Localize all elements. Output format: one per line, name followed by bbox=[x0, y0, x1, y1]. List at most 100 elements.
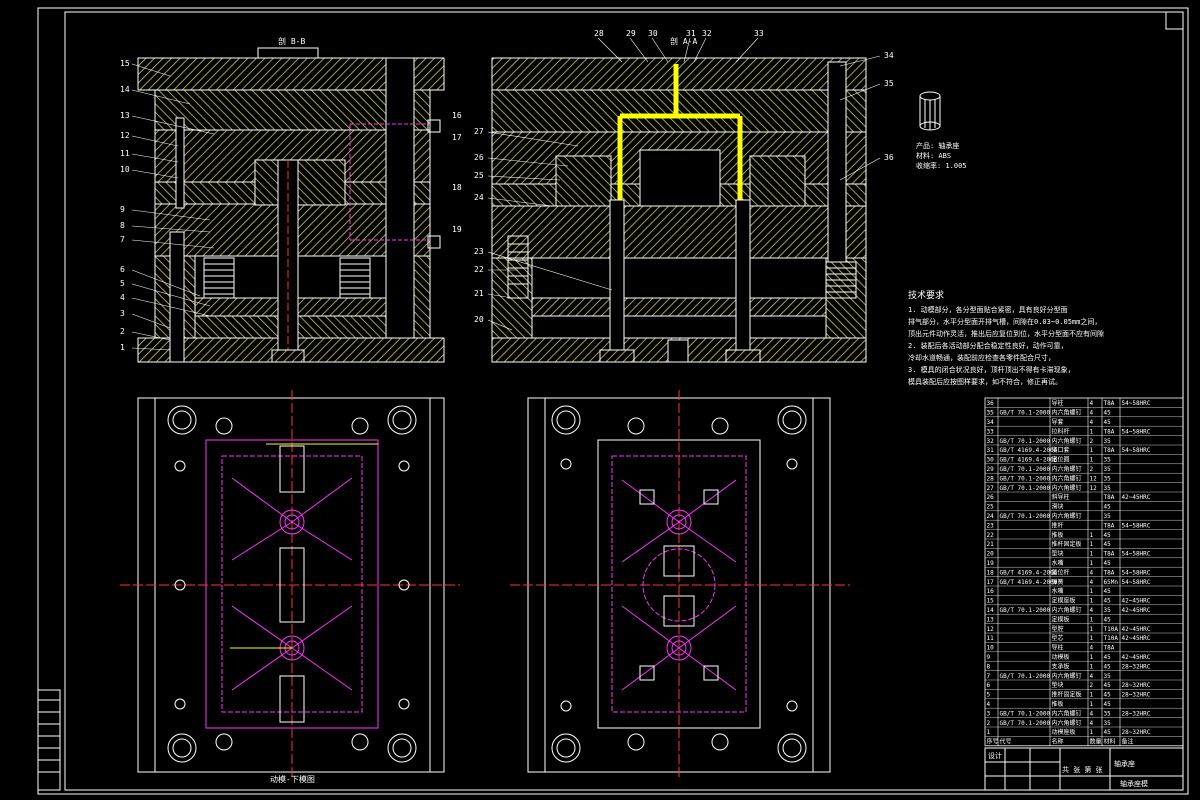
svg-text:36: 36 bbox=[884, 153, 894, 162]
product-shrink: 收缩率: 1.005 bbox=[916, 161, 967, 170]
bom-cell-mat: 45 bbox=[1104, 682, 1112, 689]
title-designer: 设计 bbox=[988, 751, 1002, 760]
svg-text:21: 21 bbox=[474, 289, 484, 298]
bom-cell-mat: 45 bbox=[1104, 692, 1112, 699]
bom-header-cell: 材料 bbox=[1104, 738, 1116, 746]
svg-text:34: 34 bbox=[884, 51, 894, 60]
bom-cell-note: 28~32HRC bbox=[1122, 682, 1151, 689]
bom-cell-no: 28 bbox=[987, 475, 995, 482]
bom-cell-qty: 4 bbox=[1090, 419, 1094, 426]
bom-cell-no: 18 bbox=[987, 569, 995, 576]
bom-cell-name: 内六角螺钉 bbox=[1052, 606, 1082, 614]
bom-cell-name: 滑块 bbox=[1052, 503, 1064, 511]
bom-cell-qty: 12 bbox=[1090, 485, 1098, 492]
bom-cell-qty: 1 bbox=[1090, 635, 1094, 642]
cad-drawing: 剖 B-B 15 14 13 12 11 10 9 8 7 6 5 4 3 2 … bbox=[37, 7, 1189, 795]
svg-text:23: 23 bbox=[474, 247, 484, 256]
bom-cell-no: 13 bbox=[987, 616, 995, 623]
bom-cell-no: 20 bbox=[987, 551, 995, 558]
bom-cell-no: 12 bbox=[987, 626, 995, 633]
bom-cell-std: GB/T 70.1-2000 bbox=[1000, 607, 1051, 614]
bom-cell-qty: 1 bbox=[1090, 457, 1094, 464]
bom-cell-name: 垫块 bbox=[1052, 550, 1064, 558]
bom-cell-no: 8 bbox=[987, 663, 991, 670]
bom-cell-mat: 45 bbox=[1104, 654, 1112, 661]
bom-cell-std: GB/T 70.1-2000 bbox=[1000, 438, 1051, 445]
svg-text:33: 33 bbox=[754, 29, 764, 38]
bom-header-cell: 序号 bbox=[987, 738, 999, 746]
bom-cell-no: 26 bbox=[987, 494, 995, 501]
bom-cell-mat: 35 bbox=[1104, 673, 1112, 680]
svg-text:13: 13 bbox=[120, 111, 130, 120]
bom-cell-qty: 4 bbox=[1090, 720, 1094, 727]
bom-cell-no: 5 bbox=[987, 692, 991, 699]
bom-cell-mat: 35 bbox=[1104, 720, 1112, 727]
tech-title: 技术要求 bbox=[908, 289, 944, 301]
svg-text:25: 25 bbox=[474, 171, 484, 180]
bom-cell-qty: 1 bbox=[1090, 692, 1094, 699]
bom-cell-note: 54~58HRC bbox=[1122, 522, 1151, 529]
svg-text:冷却水道畅通，装配前应检查各零件配合尺寸，: 冷却水道畅通，装配前应检查各零件配合尺寸， bbox=[908, 353, 1055, 362]
bom-cell-mat: 35 bbox=[1104, 475, 1112, 482]
bom-cell-no: 19 bbox=[987, 560, 995, 567]
bom-cell-qty: 4 bbox=[1090, 673, 1094, 680]
svg-text:1. 动模部分，各分型面贴合紧密，具有良好分型面: 1. 动模部分，各分型面贴合紧密，具有良好分型面 bbox=[908, 305, 1068, 314]
bom-cell-qty: 1 bbox=[1090, 616, 1094, 623]
bom-cell-mat: 45 bbox=[1104, 532, 1112, 539]
bom-cell-no: 24 bbox=[987, 513, 995, 520]
svg-text:9: 9 bbox=[120, 205, 125, 214]
bom-cell-mat: 35 bbox=[1104, 485, 1112, 492]
bom-cell-note: 28~32HRC bbox=[1122, 729, 1151, 736]
bom-cell-mat: T10A bbox=[1104, 635, 1119, 642]
bom-cell-name: 支承板 bbox=[1052, 662, 1070, 670]
bom-cell-qty: 1 bbox=[1090, 626, 1094, 633]
bom-cell-name: 垫块 bbox=[1052, 681, 1064, 689]
bom-cell-no: 34 bbox=[987, 419, 995, 426]
svg-text:6: 6 bbox=[120, 265, 125, 274]
bom-cell-name: 弹簧 bbox=[1052, 578, 1064, 586]
bom-cell-std: GB/T 70.1-2000 bbox=[1000, 475, 1051, 482]
bom-cell-mat: T8A bbox=[1104, 569, 1115, 576]
bom-cell-name: 斜导柱 bbox=[1052, 493, 1070, 501]
bom-cell-name: 推板 bbox=[1052, 700, 1064, 708]
svg-text:17: 17 bbox=[452, 133, 462, 142]
bom-cell-mat: 65Mn bbox=[1104, 579, 1119, 586]
bom-cell-no: 29 bbox=[987, 466, 995, 473]
bom-cell-name: 动模板 bbox=[1052, 653, 1070, 661]
bom-cell-note: 54~58HRC bbox=[1122, 447, 1151, 454]
bom-cell-name: 推杆固定板 bbox=[1052, 540, 1082, 548]
bom-cell-mat: 45 bbox=[1104, 504, 1112, 511]
bom-cell-name: 内六角螺钉 bbox=[1052, 719, 1082, 727]
bom-cell-no: 32 bbox=[987, 438, 995, 445]
bom-cell-name: 内六角螺钉 bbox=[1052, 484, 1082, 492]
svg-text:3. 模具的闭合状况良好，顶杆顶出不得有卡滞现象，: 3. 模具的闭合状况良好，顶杆顶出不得有卡滞现象， bbox=[908, 365, 1075, 374]
svg-text:20: 20 bbox=[474, 315, 484, 324]
svg-text:排气部分，水平分型面开排气槽，间隙在0.03~0.05mm之: 排气部分，水平分型面开排气槽，间隙在0.03~0.05mm之间， bbox=[908, 317, 1101, 326]
svg-text:2. 装配后各活动部分配合稳定性良好，动作可靠，: 2. 装配后各活动部分配合稳定性良好，动作可靠， bbox=[908, 341, 1068, 350]
bom-cell-name: 推杆 bbox=[1052, 521, 1064, 529]
bom-cell-no: 7 bbox=[987, 673, 991, 680]
svg-text:7: 7 bbox=[120, 235, 125, 244]
bom-cell-no: 33 bbox=[987, 428, 995, 435]
bom-cell-no: 2 bbox=[987, 720, 991, 727]
bom-header-cell: 名称 bbox=[1052, 738, 1064, 746]
product-name: 产品: 轴承座 bbox=[916, 141, 959, 150]
bom-cell-name: 推杆固定板 bbox=[1052, 691, 1082, 699]
svg-text:10: 10 bbox=[120, 165, 130, 174]
bom-cell-mat: 35 bbox=[1104, 710, 1112, 717]
svg-text:26: 26 bbox=[474, 153, 484, 162]
bom-cell-qty: 1 bbox=[1090, 729, 1094, 736]
svg-text:30: 30 bbox=[648, 29, 658, 38]
bom-cell-name: 内六角螺钉 bbox=[1052, 465, 1082, 473]
bom-cell-mat: 35 bbox=[1104, 513, 1112, 520]
bom-cell-no: 36 bbox=[987, 400, 995, 407]
bom-cell-note: 42~45HRC bbox=[1122, 626, 1151, 633]
bom-cell-mat: 35 bbox=[1104, 466, 1112, 473]
bom-cell-qty: 4 bbox=[1090, 607, 1094, 614]
bom-cell-no: 1 bbox=[987, 729, 991, 736]
bom-cell-std: GB/T 4169.4-2006 bbox=[1000, 457, 1058, 464]
bom-cell-note: 42~45HRC bbox=[1122, 598, 1151, 605]
svg-text:4: 4 bbox=[120, 293, 125, 302]
section-bb-title: 剖 B-B bbox=[278, 36, 305, 46]
bom-cell-no: 9 bbox=[987, 654, 991, 661]
